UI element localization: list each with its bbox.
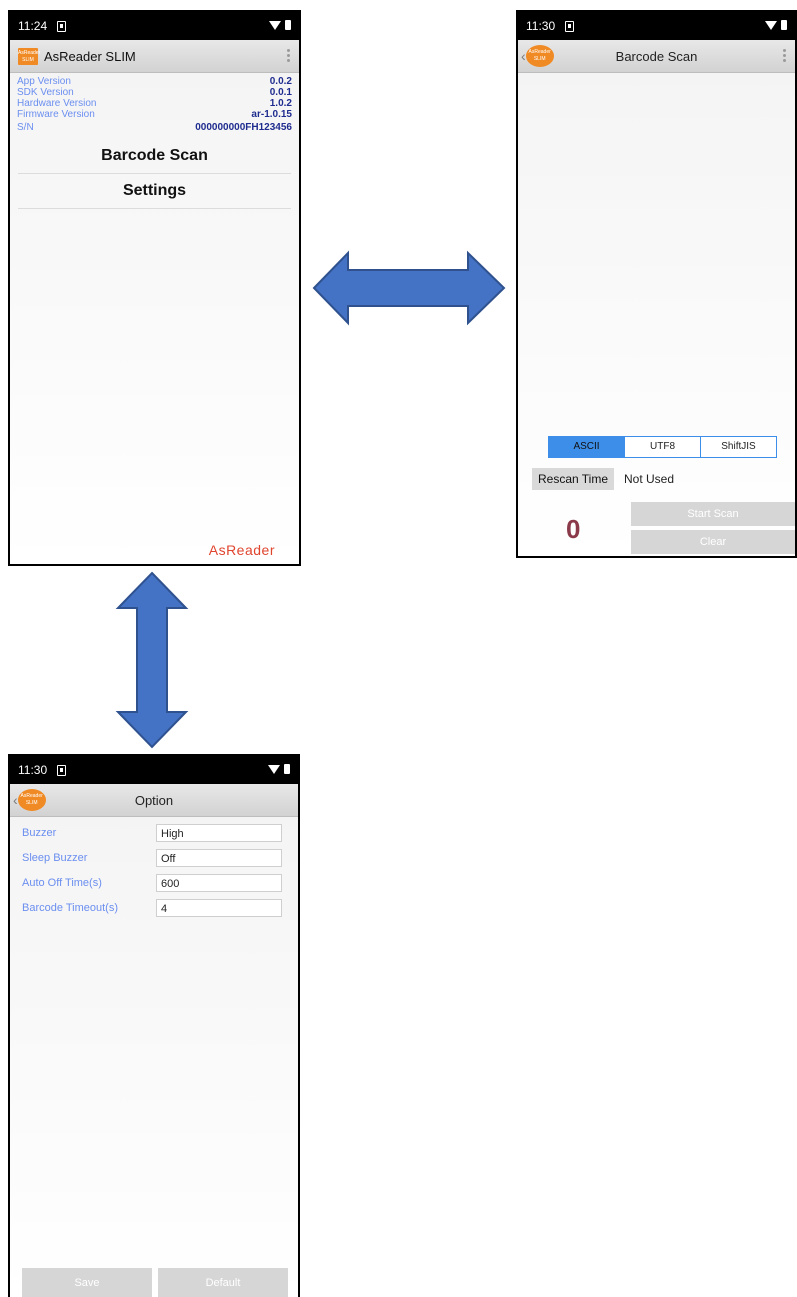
app-bar: AsReader SLIM AsReader SLIM	[10, 40, 299, 73]
barcode-timeout-field[interactable]: 4	[156, 899, 282, 917]
option-row-sleep-buzzer: Sleep Buzzer Off	[22, 849, 286, 867]
info-row-hardware-version: Hardware Version 1.0.2	[17, 98, 292, 109]
option-row-barcode-timeout: Barcode Timeout(s) 4	[22, 899, 286, 917]
wifi-icon	[765, 20, 777, 30]
version-info: App Version 0.0.2 SDK Version 0.0.1 Hard…	[10, 73, 299, 133]
encoding-ascii[interactable]: ASCII	[549, 437, 625, 457]
phone-option-screen: 11:30 ‹ AsReader SLIM Option Buzzer High…	[8, 754, 300, 1297]
default-button[interactable]: Default	[158, 1268, 288, 1297]
battery-icon	[284, 764, 290, 774]
rescan-time-value: Not Used	[624, 472, 675, 486]
phone-main-screen: 11:24 AsReader SLIM AsReader SLIM App Ve…	[8, 10, 301, 566]
app-bar: ‹ AsReader SLIM Option	[10, 784, 298, 817]
status-time: 11:30	[18, 763, 48, 777]
auto-off-time-field[interactable]: 600	[156, 874, 282, 892]
app-title: AsReader SLIM	[44, 48, 136, 64]
clear-button[interactable]: Clear	[631, 530, 795, 554]
option-row-auto-off-time: Auto Off Time(s) 600	[22, 874, 286, 892]
status-time: 11:24	[18, 19, 48, 33]
buzzer-select[interactable]: High	[156, 824, 282, 842]
battery-icon	[781, 20, 787, 30]
info-row-app-version: App Version 0.0.2	[17, 76, 292, 87]
menu-barcode-scan[interactable]: Barcode Scan	[18, 139, 291, 174]
sim-icon	[57, 20, 67, 32]
wifi-icon	[269, 20, 281, 30]
sleep-buzzer-select[interactable]: Off	[156, 849, 282, 867]
status-bar: 11:24	[10, 12, 299, 40]
info-row-sdk-version: SDK Version 0.0.1	[17, 87, 292, 98]
menu-settings[interactable]: Settings	[18, 174, 291, 209]
screen-title: Option	[134, 793, 174, 808]
screen-title: Barcode Scan	[615, 49, 698, 64]
encoding-shiftjis[interactable]: ShiftJIS	[701, 437, 776, 457]
brand-logo: AsReader	[208, 542, 275, 558]
option-row-buzzer: Buzzer High	[22, 824, 286, 842]
info-row-serial-number: S/N 000000000FH123456	[17, 122, 292, 133]
double-arrow-horizontal	[312, 250, 506, 326]
info-row-firmware-version: Firmware Version ar-1.0.15	[17, 109, 292, 120]
battery-icon	[285, 20, 291, 30]
overflow-menu-icon[interactable]	[287, 49, 290, 62]
sim-icon	[565, 20, 575, 32]
rescan-time-button[interactable]: Rescan Time	[532, 468, 614, 490]
status-bar: 11:30	[518, 12, 795, 40]
double-arrow-vertical	[115, 571, 189, 749]
encoding-utf8[interactable]: UTF8	[625, 437, 701, 457]
start-scan-button[interactable]: Start Scan	[631, 502, 795, 526]
scan-count: 0	[566, 514, 581, 544]
sim-icon	[57, 764, 67, 776]
app-bar: ‹ AsReader SLIM Barcode Scan	[518, 40, 795, 73]
app-logo-icon: AsReader SLIM	[18, 47, 41, 65]
phone-barcode-scan-screen: 11:30 ‹ AsReader SLIM Barcode Scan ASCII…	[516, 10, 797, 558]
encoding-selector: ASCII UTF8 ShiftJIS	[548, 436, 777, 458]
save-button[interactable]: Save	[22, 1268, 152, 1297]
status-time: 11:30	[526, 19, 556, 33]
wifi-icon	[268, 764, 280, 774]
status-bar: 11:30	[10, 756, 298, 784]
overflow-menu-icon[interactable]	[783, 49, 786, 62]
